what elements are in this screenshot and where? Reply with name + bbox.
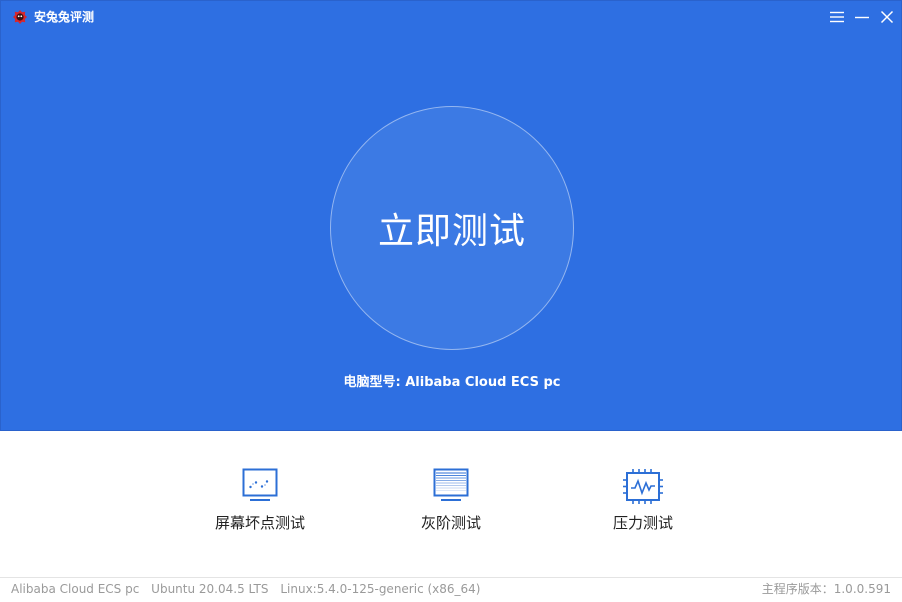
start-test-button[interactable]: 立即测试	[330, 106, 574, 350]
app-title: 安兔兔评测	[34, 10, 95, 24]
version-label: 主程序版本：	[761, 582, 834, 596]
close-icon	[880, 10, 894, 24]
title-bar: 安兔兔评测	[1, 1, 902, 33]
grayscale-test-label: 灰阶测试	[420, 514, 481, 532]
stress-test-label: 压力测试	[612, 514, 673, 532]
grayscale-monitor-icon	[431, 466, 471, 506]
hamburger-menu-icon	[830, 11, 844, 23]
status-bar: Alibaba Cloud ECS pc Ubuntu 20.04.5 LTS …	[0, 577, 902, 602]
dead-pixel-test-label: 屏幕坏点测试	[214, 514, 305, 532]
minimize-icon	[855, 16, 869, 19]
hero-panel: 安兔兔评测 立即测试 电脑型号: Alibaba Cloud ECS pc	[0, 0, 902, 431]
system-info: Alibaba Cloud ECS pc Ubuntu 20.04.5 LTS …	[11, 578, 489, 600]
close-button[interactable]	[877, 7, 897, 27]
status-kernel: Linux:5.4.0-125-generic (x86_64)	[280, 582, 481, 596]
cpu-chip-icon	[623, 466, 663, 506]
computer-model-value: Alibaba Cloud ECS pc	[405, 375, 561, 390]
dead-pixel-test-button[interactable]: 屏幕坏点测试	[190, 466, 330, 536]
minimize-button[interactable]	[852, 7, 872, 27]
version-value: 1.0.0.591	[833, 582, 891, 596]
computer-model-line: 电脑型号: Alibaba Cloud ECS pc	[1, 374, 902, 392]
dead-pixel-monitor-icon	[240, 466, 280, 506]
start-test-label: 立即测试	[377, 211, 526, 252]
version-info: 主程序版本：1.0.0.591	[762, 578, 891, 600]
stress-test-button[interactable]: 压力测试	[573, 466, 713, 536]
menu-button[interactable]	[827, 7, 847, 27]
antutu-logo-icon	[12, 9, 28, 25]
status-os: Ubuntu 20.04.5 LTS	[151, 582, 269, 596]
computer-model-label: 电脑型号:	[343, 375, 401, 390]
grayscale-test-button[interactable]: 灰阶测试	[381, 466, 521, 536]
status-model: Alibaba Cloud ECS pc	[11, 582, 140, 596]
